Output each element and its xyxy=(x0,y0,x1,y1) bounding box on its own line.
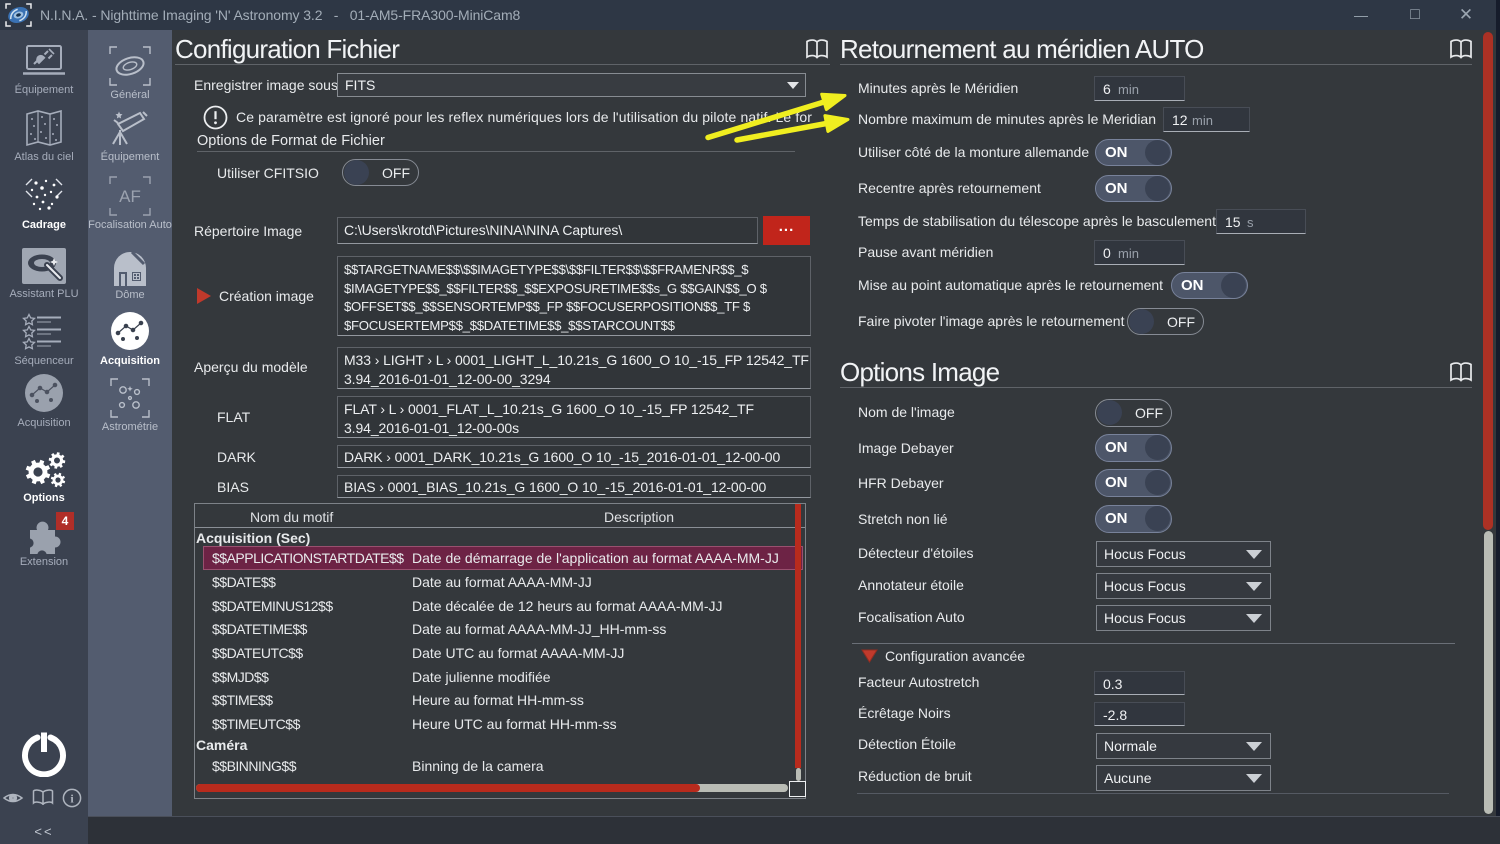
svg-text:i: i xyxy=(70,792,74,806)
svg-text:AF: AF xyxy=(119,187,141,206)
